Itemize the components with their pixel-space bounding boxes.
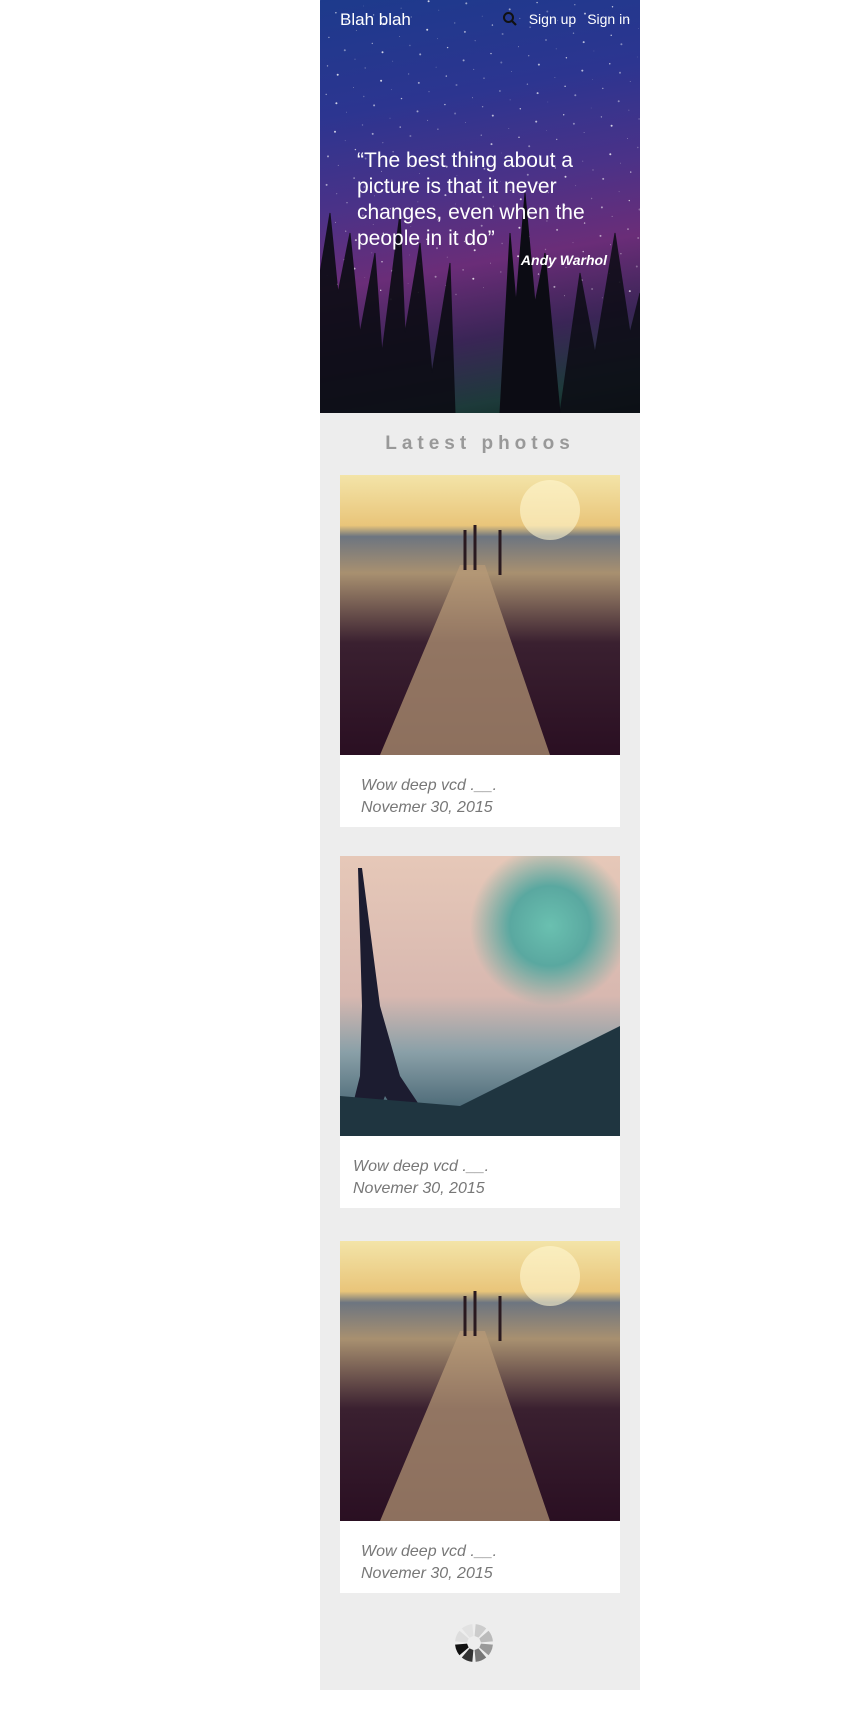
hero-quote: “The best thing about a picture is that … bbox=[357, 149, 585, 250]
photo-caption: Wow deep vcd .__. bbox=[353, 1158, 490, 1175]
photo-card[interactable]: Wow deep vcd .__. Novemer 30, 2015 bbox=[340, 856, 620, 1208]
top-nav: Sign up Sign in bbox=[502, 11, 630, 27]
photo-date: Novemer 30, 2015 bbox=[361, 1565, 493, 1582]
photo-card[interactable]: Wow deep vcd .__. Novemer 30, 2015 bbox=[340, 475, 620, 827]
quote-author: Andy Warhol bbox=[520, 252, 607, 268]
search-icon[interactable] bbox=[502, 11, 518, 27]
photo-card[interactable]: Wow deep vcd .__. Novemer 30, 2015 bbox=[340, 1241, 620, 1593]
section-title: Latest photos bbox=[385, 433, 575, 454]
spinner-icon bbox=[455, 1624, 493, 1662]
photo-date: Novemer 30, 2015 bbox=[361, 799, 493, 816]
photo-pier[interactable] bbox=[340, 475, 620, 755]
sign-up-link[interactable]: Sign up bbox=[529, 11, 576, 27]
hero-banner: Blah blah Sign up Sign in “The best thin… bbox=[320, 0, 640, 413]
photo-caption: Wow deep vcd .__. bbox=[361, 777, 498, 794]
sign-in-link[interactable]: Sign in bbox=[587, 11, 630, 27]
photo-date: Novemer 30, 2015 bbox=[353, 1180, 485, 1197]
photo-eiffel-tower[interactable] bbox=[340, 856, 620, 1136]
photo-pier[interactable] bbox=[340, 1241, 620, 1521]
page-column: Blah blah Sign up Sign in “The best thin… bbox=[320, 0, 640, 1690]
brand-logo[interactable]: Blah blah bbox=[340, 10, 411, 30]
photo-caption: Wow deep vcd .__. bbox=[361, 1543, 498, 1560]
